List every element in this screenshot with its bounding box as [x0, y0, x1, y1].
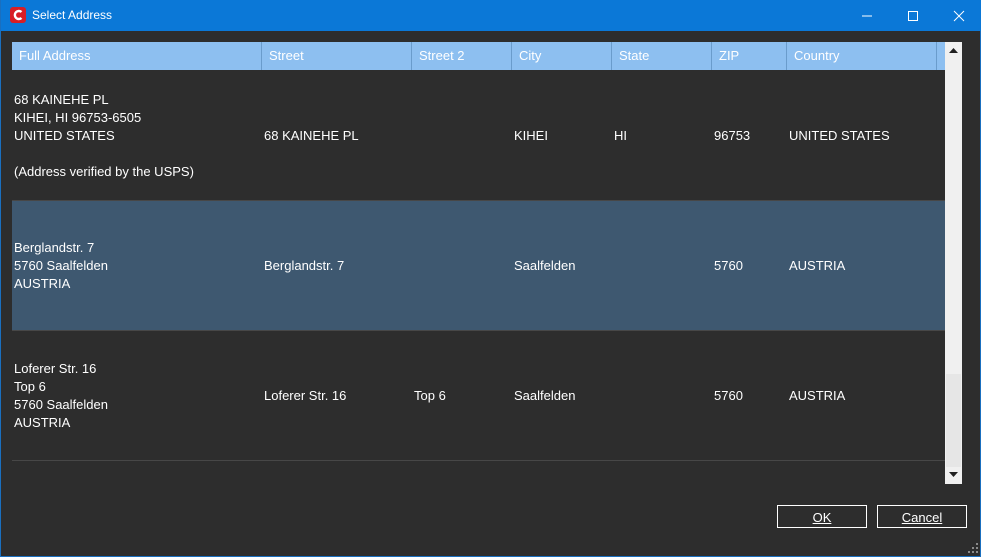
full-address-line: Berglandstr. 7	[14, 239, 95, 255]
chevron-up-icon	[949, 48, 958, 53]
column-header-zip[interactable]: ZIP	[712, 42, 787, 70]
column-header-full-address[interactable]: Full Address	[12, 42, 262, 70]
city-cell: Saalfelden	[514, 258, 576, 273]
scrollbar-thumb[interactable]	[946, 59, 961, 374]
column-header-country[interactable]: Country	[787, 42, 937, 70]
full-address-line: 5760 Saalfelden	[14, 257, 108, 273]
title-bar[interactable]: Select Address	[1, 0, 981, 31]
address-row[interactable]: 68 KAINEHE PL KIHEI, HI 96753-6505 UNITE…	[12, 71, 945, 201]
street-cell: Loferer Str. 16	[264, 388, 347, 403]
zip-cell: 5760	[714, 388, 743, 403]
street2-cell: Top 6	[414, 388, 446, 403]
full-address-cell: Berglandstr. 7 5760 Saalfelden AUSTRIA	[12, 201, 262, 330]
full-address-line: 68 KAINEHE PL	[14, 91, 109, 107]
window-title: Select Address	[32, 8, 113, 22]
scroll-down-button[interactable]	[945, 467, 962, 484]
column-header-street-2[interactable]: Street 2	[412, 42, 512, 70]
ok-button[interactable]: OK	[777, 505, 867, 528]
full-address-line: UNITED STATES	[14, 127, 115, 143]
state-cell	[612, 201, 712, 330]
full-address-line: Top 6	[14, 378, 46, 394]
verification-note: (Address verified by the USPS)	[14, 163, 194, 179]
maximize-icon	[908, 11, 918, 21]
full-address-line: KIHEI, HI 96753-6505	[14, 109, 142, 125]
full-address-line: 5760 Saalfelden	[14, 396, 108, 412]
city-cell: Saalfelden	[514, 388, 576, 403]
address-grid[interactable]: Full Address Street Street 2 City State …	[12, 42, 945, 484]
minimize-button[interactable]	[844, 0, 890, 31]
street-cell: 68 KAINEHE PL	[264, 128, 359, 143]
cancel-button[interactable]: Cancel	[877, 505, 967, 528]
full-address-line: AUSTRIA	[14, 275, 71, 291]
vertical-scrollbar[interactable]	[945, 42, 962, 484]
minimize-icon	[862, 15, 872, 17]
select-address-dialog: Select Address Full Address Street Stree…	[0, 0, 981, 557]
resize-grip-icon[interactable]	[965, 540, 979, 554]
chevron-down-icon	[949, 472, 958, 477]
country-cell: AUSTRIA	[789, 258, 846, 273]
maximize-button[interactable]	[890, 0, 936, 31]
zip-cell: 96753	[714, 128, 751, 143]
country-cell: UNITED STATES	[789, 128, 890, 143]
column-header-street[interactable]: Street	[262, 42, 412, 70]
full-address-line: AUSTRIA	[14, 414, 71, 430]
c-logo-icon	[10, 7, 26, 23]
close-button[interactable]	[936, 0, 981, 31]
column-header-state[interactable]: State	[612, 42, 712, 70]
address-row[interactable]: Loferer Str. 16 Top 6 5760 Saalfelden AU…	[12, 331, 945, 461]
close-icon	[953, 10, 965, 22]
scroll-up-button[interactable]	[945, 42, 962, 59]
city-cell: KIHEI	[514, 128, 548, 143]
street-cell: Berglandstr. 7	[264, 258, 345, 273]
column-header-city[interactable]: City	[512, 42, 612, 70]
street2-cell	[412, 71, 512, 200]
full-address-cell: 68 KAINEHE PL KIHEI, HI 96753-6505 UNITE…	[12, 71, 262, 200]
address-row-selected[interactable]: Berglandstr. 7 5760 Saalfelden AUSTRIA B…	[12, 201, 945, 331]
full-address-line: Loferer Str. 16	[14, 360, 97, 376]
zip-cell: 5760	[714, 258, 743, 273]
scrollbar-track[interactable]	[946, 374, 961, 467]
full-address-cell: Loferer Str. 16 Top 6 5760 Saalfelden AU…	[12, 331, 262, 460]
country-cell: AUSTRIA	[789, 388, 846, 403]
state-cell: HI	[614, 128, 627, 143]
grid-header: Full Address Street Street 2 City State …	[12, 42, 945, 70]
street2-cell	[412, 201, 512, 330]
state-cell	[612, 331, 712, 460]
